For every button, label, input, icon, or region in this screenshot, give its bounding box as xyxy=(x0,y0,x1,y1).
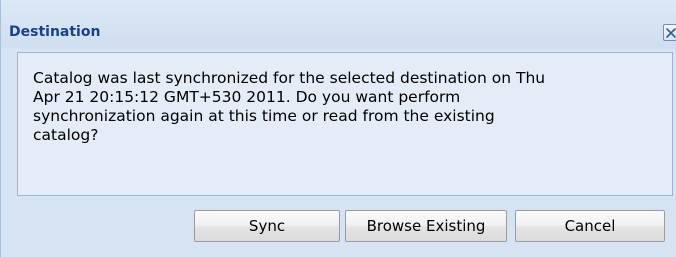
dialog-title-bar[interactable]: Destination xyxy=(1,0,676,48)
browse-existing-button[interactable]: Browse Existing xyxy=(345,210,507,242)
close-x-icon xyxy=(666,28,676,38)
dialog-message: Catalog was last synchronized for the se… xyxy=(33,69,546,144)
cancel-button[interactable]: Cancel xyxy=(515,210,665,242)
close-button[interactable] xyxy=(663,24,676,41)
destination-dialog: Destination Catalog was last synchronize… xyxy=(0,0,676,257)
message-panel: Catalog was last synchronized for the se… xyxy=(17,52,673,196)
dialog-title: Destination xyxy=(9,24,101,40)
sync-button[interactable]: Sync xyxy=(194,210,340,242)
